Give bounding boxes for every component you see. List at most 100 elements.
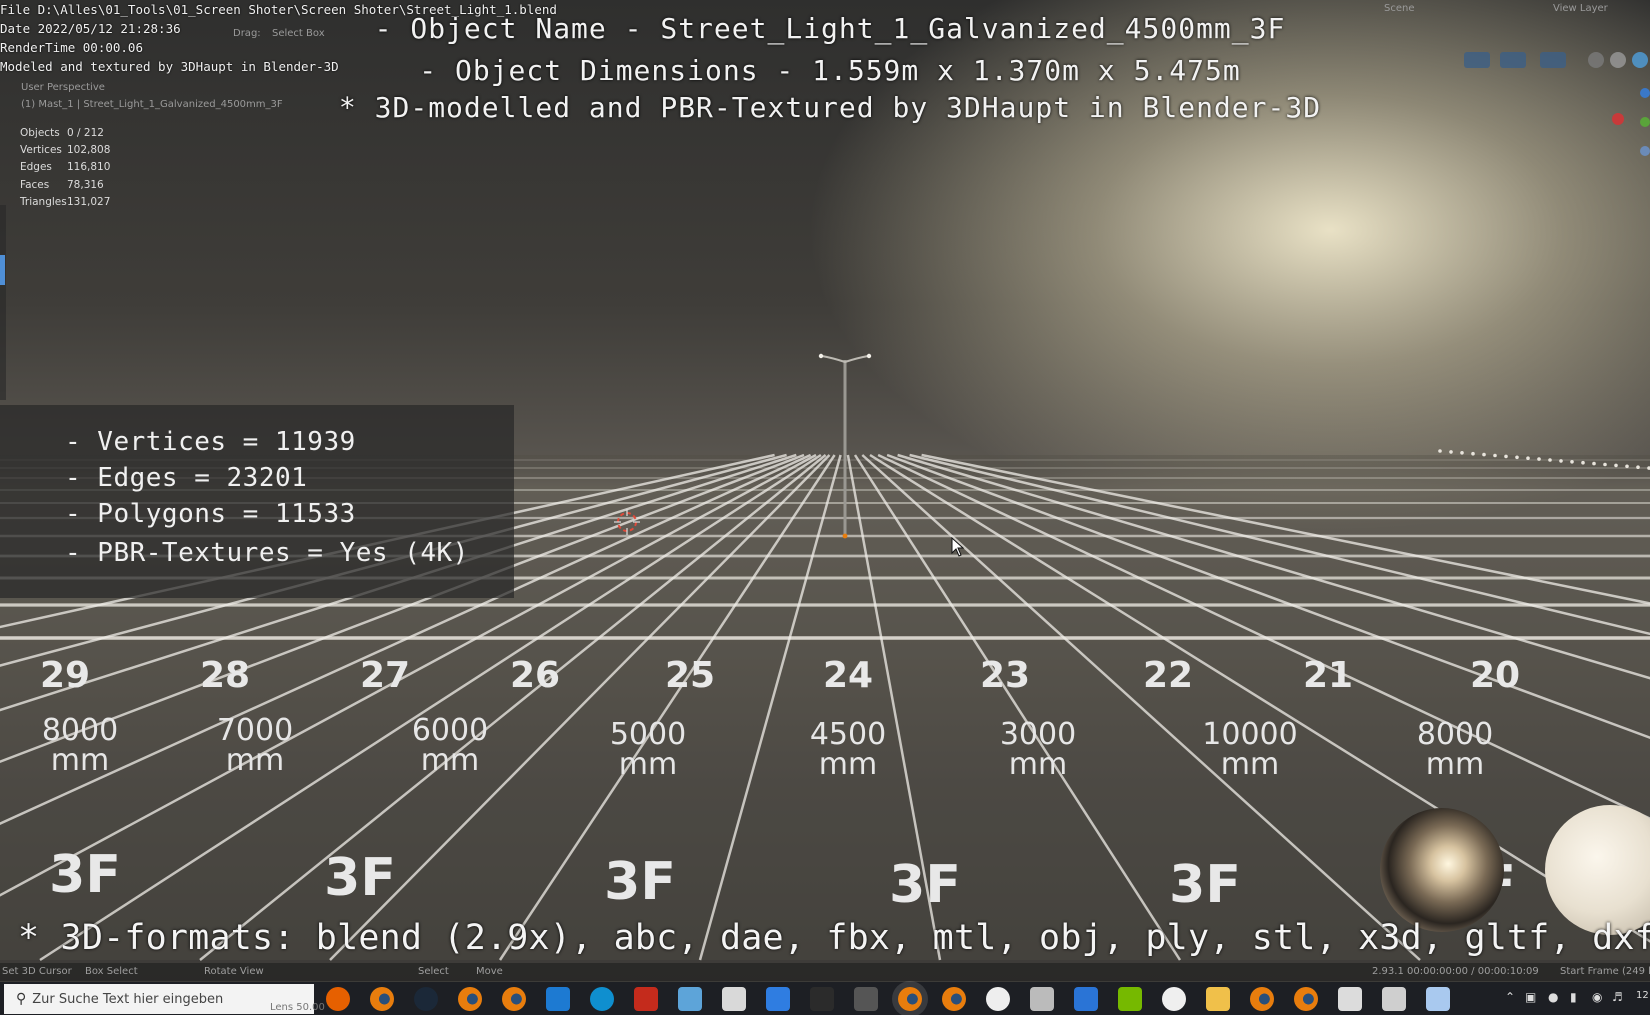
distant-light-marker	[1537, 457, 1541, 461]
floor-length-value: 5000	[609, 717, 687, 752]
pbr-textures-info: - PBR-Textures = Yes (4K)	[65, 538, 469, 568]
search-icon: ⚲	[16, 991, 27, 1007]
taskbar-obs-icon[interactable]	[1162, 987, 1186, 1011]
status-start-frame: Start Frame (249 le	[1560, 966, 1650, 977]
status-3d-cursor: Set 3D Cursor	[2, 966, 72, 977]
floor-number-label: 20	[1469, 655, 1521, 696]
distant-light-marker	[1449, 450, 1453, 454]
taskbar-app-window-icon[interactable]	[1382, 987, 1406, 1011]
taskbar-nvidia-icon[interactable]	[1118, 987, 1142, 1011]
floor-length-unit: mm	[420, 743, 480, 778]
3d-viewport[interactable]: Drag: Select Box Scene View Layer User P…	[0, 0, 1650, 1015]
stat-row: Triangles 131,027	[20, 193, 110, 210]
floor-number-label: 26	[509, 655, 561, 696]
floor-number-label: 24	[822, 655, 874, 696]
status-bar: Set 3D Cursor Box Select Rotate View Sel…	[0, 963, 1650, 981]
taskbar-app-blue-icon[interactable]	[766, 987, 790, 1011]
taskbar-blender-icon[interactable]	[898, 987, 922, 1011]
tray-clock[interactable]: 12	[1636, 990, 1649, 1001]
floor-number-label: 21	[1302, 655, 1354, 696]
stat-value: 102,808	[67, 143, 111, 156]
mouse-cursor-icon	[951, 537, 965, 557]
floor-number-label: 25	[664, 655, 716, 696]
floor-length-value: 3000	[999, 717, 1077, 752]
floor-number-label: 22	[1142, 655, 1194, 696]
stat-row: Objects 0 / 212	[20, 124, 110, 141]
taskbar-panda-icon[interactable]	[986, 987, 1010, 1011]
taskbar-tool-icon[interactable]	[854, 987, 878, 1011]
tray-wifi-icon[interactable]: ◉	[1592, 990, 1602, 1004]
floor-number-label: 27	[359, 655, 411, 696]
distant-light-marker	[1548, 458, 1552, 462]
stat-label: Edges	[20, 161, 52, 174]
taskbar-cube-icon[interactable]	[1030, 987, 1054, 1011]
taskbar-search-box[interactable]: ⚲ Zur Suche Text hier eingeben	[4, 984, 314, 1014]
tray-volume-icon[interactable]: ♬	[1612, 990, 1623, 1004]
stat-row: Edges 116,810	[20, 159, 110, 176]
taskbar-calendar-icon[interactable]	[1074, 987, 1098, 1011]
tray-chevron-icon[interactable]: ⌃	[1505, 990, 1515, 1004]
tray-battery-icon[interactable]: ▮	[1570, 990, 1577, 1004]
active-tool-icon[interactable]	[0, 255, 5, 285]
edges-count: - Edges = 23201	[65, 463, 308, 493]
taskbar-blender-icon[interactable]	[1294, 987, 1318, 1011]
taskbar-edge-icon[interactable]	[590, 987, 614, 1011]
floor-level-label: 3F	[324, 848, 396, 908]
taskbar-mail-icon[interactable]	[546, 987, 570, 1011]
floor-length-unit: mm	[225, 743, 285, 778]
hdri-chrome-sphere	[1380, 808, 1504, 932]
floor-level-label: 3F	[49, 845, 121, 905]
status-box-select: Box Select	[85, 966, 138, 977]
status-move: Move	[476, 966, 503, 977]
floor-length-value: 7000	[216, 713, 294, 748]
taskbar-blender-icon[interactable]	[502, 987, 526, 1011]
taskbar-gear-icon[interactable]	[1338, 987, 1362, 1011]
status-rotate-view: Rotate View	[204, 966, 264, 977]
distant-light-marker	[1526, 456, 1530, 461]
taskbar-blender-icon[interactable]	[458, 987, 482, 1011]
distant-light-marker	[1592, 461, 1596, 466]
floor-length-label: 3000 mm	[958, 720, 1118, 780]
floor-number-label: 29	[39, 655, 91, 696]
distant-light-marker	[1625, 464, 1629, 469]
street-light-lamp	[866, 353, 872, 359]
tray-network-icon[interactable]: ▣	[1525, 990, 1536, 1004]
distant-light-marker	[1515, 455, 1519, 460]
taskbar-paint-icon[interactable]	[722, 987, 746, 1011]
taskbar-firefox-icon[interactable]	[326, 987, 350, 1011]
floor-level-label: 3F	[889, 855, 961, 915]
street-light-arms	[821, 355, 869, 364]
stat-row: Faces 78,316	[20, 176, 110, 193]
floor-number-label: 28	[199, 655, 251, 696]
floor-length-unit: mm	[818, 747, 878, 782]
taskbar-steam-icon[interactable]	[414, 987, 438, 1011]
street-light-lamp	[818, 353, 824, 359]
taskbar-app-window2-icon[interactable]	[1426, 987, 1450, 1011]
stat-label: Vertices	[20, 143, 62, 156]
taskbar-blender-icon[interactable]	[942, 987, 966, 1011]
taskbar-notepad-icon[interactable]	[678, 987, 702, 1011]
search-placeholder: Zur Suche Text hier eingeben	[32, 991, 224, 1007]
distant-light-marker	[1559, 459, 1563, 463]
taskbar-blender-icon[interactable]	[1250, 987, 1274, 1011]
object-dimensions: - Object Dimensions - 1.559m x 1.370m x …	[419, 54, 1241, 87]
tool-shelf[interactable]	[0, 205, 6, 400]
tray-antivirus-icon[interactable]: ●	[1548, 990, 1558, 1004]
floor-length-label: 10000 mm	[1170, 720, 1330, 780]
distant-light-marker	[1438, 449, 1442, 453]
object-name-title: - Object Name - Street_Light_1_Galvanize…	[374, 12, 1286, 45]
stat-value: 78,316	[67, 178, 104, 191]
distant-light-marker	[1493, 453, 1497, 458]
taskbar-blender-icon[interactable]	[370, 987, 394, 1011]
status-select: Select	[418, 966, 449, 977]
taskbar-folder-icon[interactable]	[1206, 987, 1230, 1011]
distant-light-marker	[1603, 462, 1607, 467]
distant-light-marker	[1570, 460, 1574, 464]
floor-length-unit: mm	[1220, 747, 1280, 782]
distant-light-marker	[1581, 460, 1585, 465]
taskbar-app-red-icon[interactable]	[634, 987, 658, 1011]
navigation-gizmo-neg-icon[interactable]	[1640, 146, 1650, 156]
taskbar-terminal-icon[interactable]	[810, 987, 834, 1011]
floor-number-label: 23	[979, 655, 1031, 696]
stat-label: Triangles	[20, 195, 67, 208]
